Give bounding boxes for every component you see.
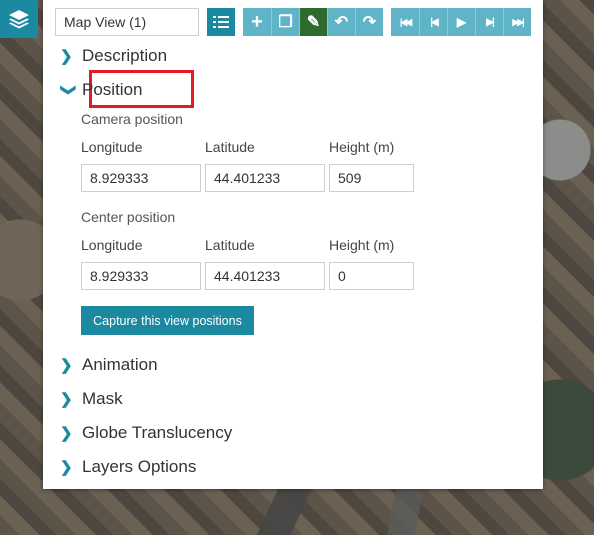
center-height-field[interactable] bbox=[329, 262, 414, 290]
list-button[interactable] bbox=[207, 8, 235, 36]
redo-icon: ↷ bbox=[362, 14, 377, 31]
camera-position-title: Camera position bbox=[81, 111, 183, 127]
previous-icon: |◀ bbox=[430, 16, 438, 28]
chevron-right-icon: ❯ bbox=[60, 357, 73, 374]
first-icon: |◀◀ bbox=[399, 16, 412, 27]
chevron-right-icon: ❯ bbox=[60, 425, 73, 442]
playback-toolbar-group: |◀◀ |◀ ▶ ▶| ▶▶| bbox=[391, 8, 531, 36]
center-height-label: Height (m) bbox=[329, 237, 395, 253]
section-position[interactable]: ❯ Position bbox=[60, 80, 142, 100]
capture-view-positions-button[interactable]: Capture this view positions bbox=[81, 306, 254, 335]
add-icon: + bbox=[251, 10, 263, 33]
redo-button[interactable]: ↷ bbox=[355, 8, 383, 36]
next-button[interactable]: ▶| bbox=[475, 8, 503, 36]
section-globe-translucency[interactable]: ❯ Globe Translucency bbox=[60, 423, 232, 443]
section-mask[interactable]: ❯ Mask bbox=[60, 389, 123, 409]
panel-toolbar: + ❐ ✎ ↶ ↷ |◀◀ |◀ ▶ ▶| ▶▶| bbox=[55, 8, 531, 36]
chevron-right-icon: ❯ bbox=[60, 391, 73, 408]
camera-longitude-field[interactable] bbox=[81, 164, 201, 192]
next-icon: ▶| bbox=[486, 16, 494, 28]
center-longitude-field[interactable] bbox=[81, 262, 201, 290]
edit-button[interactable]: ✎ bbox=[299, 8, 327, 36]
undo-icon: ↶ bbox=[334, 14, 349, 31]
section-layers-options[interactable]: ❯ Layers Options bbox=[60, 457, 196, 477]
camera-latitude-label: Latitude bbox=[205, 139, 255, 155]
center-longitude-label: Longitude bbox=[81, 237, 143, 253]
pencil-icon: ✎ bbox=[306, 14, 321, 31]
last-icon: ▶▶| bbox=[512, 16, 524, 27]
section-animation[interactable]: ❯ Animation bbox=[60, 355, 158, 375]
add-button[interactable]: + bbox=[243, 8, 271, 36]
camera-height-label: Height (m) bbox=[329, 139, 395, 155]
center-latitude-label: Latitude bbox=[205, 237, 255, 253]
play-icon: ▶ bbox=[456, 15, 467, 29]
camera-longitude-label: Longitude bbox=[81, 139, 143, 155]
first-button[interactable]: |◀◀ bbox=[391, 8, 419, 36]
section-globe-translucency-label: Globe Translucency bbox=[82, 423, 233, 442]
copy-icon: ❐ bbox=[278, 14, 293, 31]
camera-latitude-field[interactable] bbox=[205, 164, 325, 192]
layers-icon bbox=[8, 9, 30, 29]
section-description[interactable]: ❯ Description bbox=[60, 46, 167, 66]
edit-toolbar-group: + ❐ ✎ ↶ ↷ bbox=[243, 8, 383, 36]
section-description-label: Description bbox=[82, 46, 168, 65]
center-latitude-field[interactable] bbox=[205, 262, 325, 290]
last-button[interactable]: ▶▶| bbox=[503, 8, 531, 36]
center-position-title: Center position bbox=[81, 209, 176, 225]
view-title-input[interactable] bbox=[55, 8, 199, 36]
undo-button[interactable]: ↶ bbox=[327, 8, 355, 36]
section-position-label: Position bbox=[82, 80, 143, 99]
camera-height-field[interactable] bbox=[329, 164, 414, 192]
chevron-right-icon: ❯ bbox=[60, 459, 73, 476]
chevron-down-icon: ❯ bbox=[60, 83, 77, 97]
list-icon bbox=[213, 15, 229, 29]
previous-button[interactable]: |◀ bbox=[419, 8, 447, 36]
section-mask-label: Mask bbox=[82, 389, 123, 408]
play-button[interactable]: ▶ bbox=[447, 8, 475, 36]
copy-button[interactable]: ❐ bbox=[271, 8, 299, 36]
chevron-right-icon: ❯ bbox=[60, 48, 73, 65]
map-view-panel: + ❐ ✎ ↶ ↷ |◀◀ |◀ ▶ ▶| ▶▶| ❯ Description … bbox=[43, 0, 543, 489]
layers-button[interactable] bbox=[0, 0, 38, 38]
section-animation-label: Animation bbox=[82, 355, 158, 374]
section-layers-options-label: Layers Options bbox=[82, 457, 197, 476]
